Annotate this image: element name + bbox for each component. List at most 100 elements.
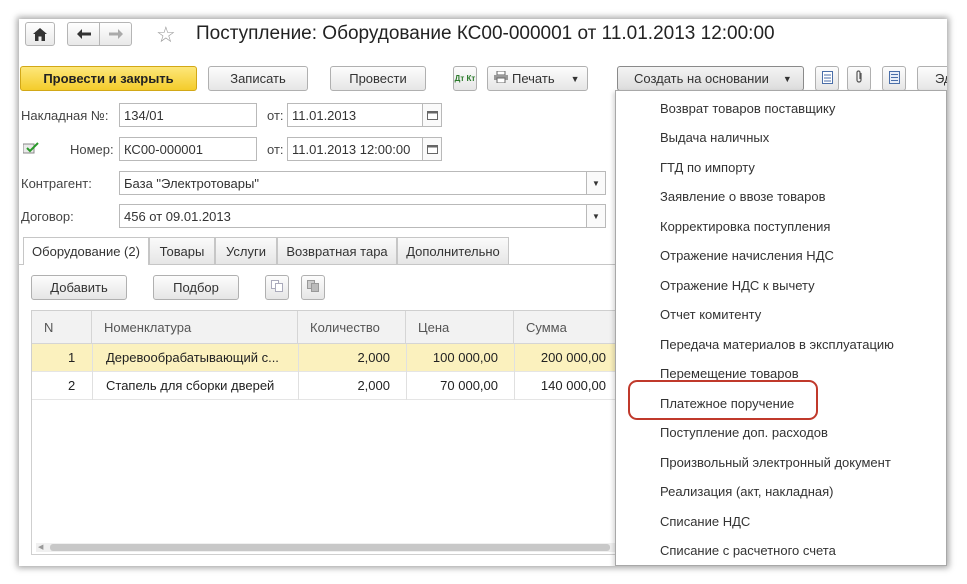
arrow-right-icon (108, 29, 123, 39)
create-based-on-label: Создать на основании (634, 71, 769, 86)
column-header-quantity[interactable]: Количество (298, 311, 406, 344)
pick-button[interactable]: Подбор (153, 275, 239, 300)
posted-check-icon (22, 142, 39, 157)
paperclip-icon (855, 70, 863, 87)
column-header-price[interactable]: Цена (406, 311, 514, 344)
favorite-star-icon[interactable]: ☆ (156, 22, 176, 48)
invoice-label: Накладная №: (21, 108, 109, 123)
calendar-button[interactable] (422, 137, 442, 161)
tab-equipment[interactable]: Оборудование (2) (23, 237, 149, 265)
menu-item[interactable]: Отражение начисления НДС (660, 248, 834, 263)
print-label: Печать (512, 71, 555, 86)
chevron-down-icon: ▼ (570, 73, 580, 84)
tab-goods[interactable]: Товары (149, 237, 215, 264)
invoice-number-field[interactable]: 134/01 (119, 103, 257, 127)
row-sum: 140 000,00 (540, 378, 606, 393)
scroll-left-icon[interactable]: ◀ (38, 543, 43, 551)
column-divider (406, 344, 407, 400)
menu-item[interactable]: Перемещение товаров (660, 366, 799, 381)
paste-button[interactable] (301, 275, 325, 300)
create-based-on-button[interactable]: Создать на основании ▼ (617, 66, 804, 91)
home-icon (33, 27, 47, 41)
calendar-icon (426, 142, 438, 157)
save-button[interactable]: Записать (208, 66, 308, 91)
menu-item[interactable]: Реализация (акт, накладная) (660, 484, 834, 499)
attachment-button[interactable] (847, 66, 871, 91)
row-price: 100 000,00 (432, 350, 498, 365)
create-based-on-menu: Возврат товаров поставщику Выдача наличн… (615, 90, 947, 566)
menu-item[interactable]: Возврат товаров поставщику (660, 101, 835, 116)
menu-item[interactable]: Заявление о ввозе товаров (660, 189, 825, 204)
scrollbar-thumb[interactable] (50, 544, 610, 551)
chevron-down-icon: ▼ (782, 73, 792, 84)
chevron-down-icon: ▼ (592, 211, 600, 221)
paste-icon (307, 280, 319, 295)
row-price: 70 000,00 (440, 378, 498, 393)
menu-item[interactable]: Передача материалов в эксплуатацию (660, 337, 894, 352)
number-field[interactable]: КС00-000001 (119, 137, 257, 161)
copy-button[interactable] (265, 275, 289, 300)
copy-icon (271, 280, 283, 295)
table-row[interactable]: 1 Деревообрабатывающий с... 2,000 100 00… (32, 344, 620, 372)
row-number: 1 (68, 350, 76, 365)
invoice-date-field[interactable]: 11.01.2013 (287, 103, 423, 127)
arrow-left-icon (76, 29, 91, 39)
counterparty-label: Контрагент: (21, 176, 92, 191)
chevron-down-icon: ▼ (592, 178, 600, 188)
back-button[interactable] (67, 22, 100, 46)
menu-item[interactable]: Корректировка поступления (660, 219, 830, 234)
document-icon (821, 70, 833, 87)
list-icon (888, 70, 900, 87)
forward-button[interactable] (99, 22, 132, 46)
add-button[interactable]: Добавить (31, 275, 127, 300)
post-and-close-button[interactable]: Провести и закрыть (20, 66, 197, 91)
counterparty-field[interactable]: База "Электротовары" (119, 171, 587, 195)
calendar-icon (426, 108, 438, 123)
menu-item[interactable]: Списание НДС (660, 514, 750, 529)
document-icon-button[interactable] (815, 66, 839, 91)
number-date-field[interactable]: 11.01.2013 12:00:00 (287, 137, 423, 161)
counterparty-dropdown[interactable]: ▼ (586, 171, 606, 195)
menu-item[interactable]: Списание с расчетного счета (660, 543, 836, 558)
payment-order-highlight (628, 380, 818, 420)
menu-item[interactable]: Выдача наличных (660, 130, 769, 145)
tab-additional[interactable]: Дополнительно (397, 237, 509, 264)
column-divider (92, 344, 93, 400)
tab-services[interactable]: Услуги (215, 237, 277, 264)
home-button[interactable] (25, 22, 55, 46)
post-button[interactable]: Провести (330, 66, 426, 91)
invoice-date-label: от: (267, 108, 284, 123)
row-number: 2 (68, 378, 76, 393)
column-header-nomenclature[interactable]: Номенклатура (92, 311, 298, 344)
column-divider (298, 344, 299, 400)
contract-dropdown[interactable]: ▼ (586, 204, 606, 228)
menu-item[interactable]: Произвольный электронный документ (660, 455, 891, 470)
contract-label: Договор: (21, 209, 74, 224)
table-row[interactable]: 2 Стапель для сборки дверей 2,000 70 000… (32, 372, 620, 400)
list-button[interactable] (882, 66, 906, 91)
menu-item[interactable]: ГТД по импорту (660, 160, 755, 175)
equipment-table[interactable]: N Номенклатура Количество Цена Сумма 1 Д… (31, 310, 621, 555)
row-quantity: 2,000 (357, 378, 390, 393)
tab-returnable-packaging[interactable]: Возвратная тара (277, 237, 397, 264)
menu-item[interactable]: Отчет комитенту (660, 307, 761, 322)
document-window: ☆ Поступление: Оборудование КС00-000001 … (19, 19, 947, 566)
menu-item[interactable]: Отражение НДС к вычету (660, 278, 815, 293)
column-divider (514, 344, 515, 400)
dt-kt-icon: Дт Кт (454, 73, 476, 83)
page-title: Поступление: Оборудование КС00-000001 от… (196, 23, 775, 44)
menu-item[interactable]: Поступление доп. расходов (660, 425, 828, 440)
print-button[interactable]: Печать ▼ (487, 66, 588, 91)
row-quantity: 2,000 (357, 350, 390, 365)
row-sum: 200 000,00 (540, 350, 606, 365)
row-nomenclature: Стапель для сборки дверей (106, 378, 275, 393)
contract-field[interactable]: 456 от 09.01.2013 (119, 204, 587, 228)
number-date-label: от: (267, 142, 284, 157)
row-nomenclature: Деревообрабатывающий с... (106, 350, 279, 365)
column-header-sum[interactable]: Сумма (514, 311, 620, 344)
ed-button[interactable]: Эд (917, 66, 947, 91)
calendar-button[interactable] (422, 103, 442, 127)
horizontal-scrollbar[interactable]: ◀ (36, 543, 618, 552)
column-header-n[interactable]: N (32, 311, 92, 344)
dt-kt-button[interactable]: Дт Кт (453, 66, 477, 91)
